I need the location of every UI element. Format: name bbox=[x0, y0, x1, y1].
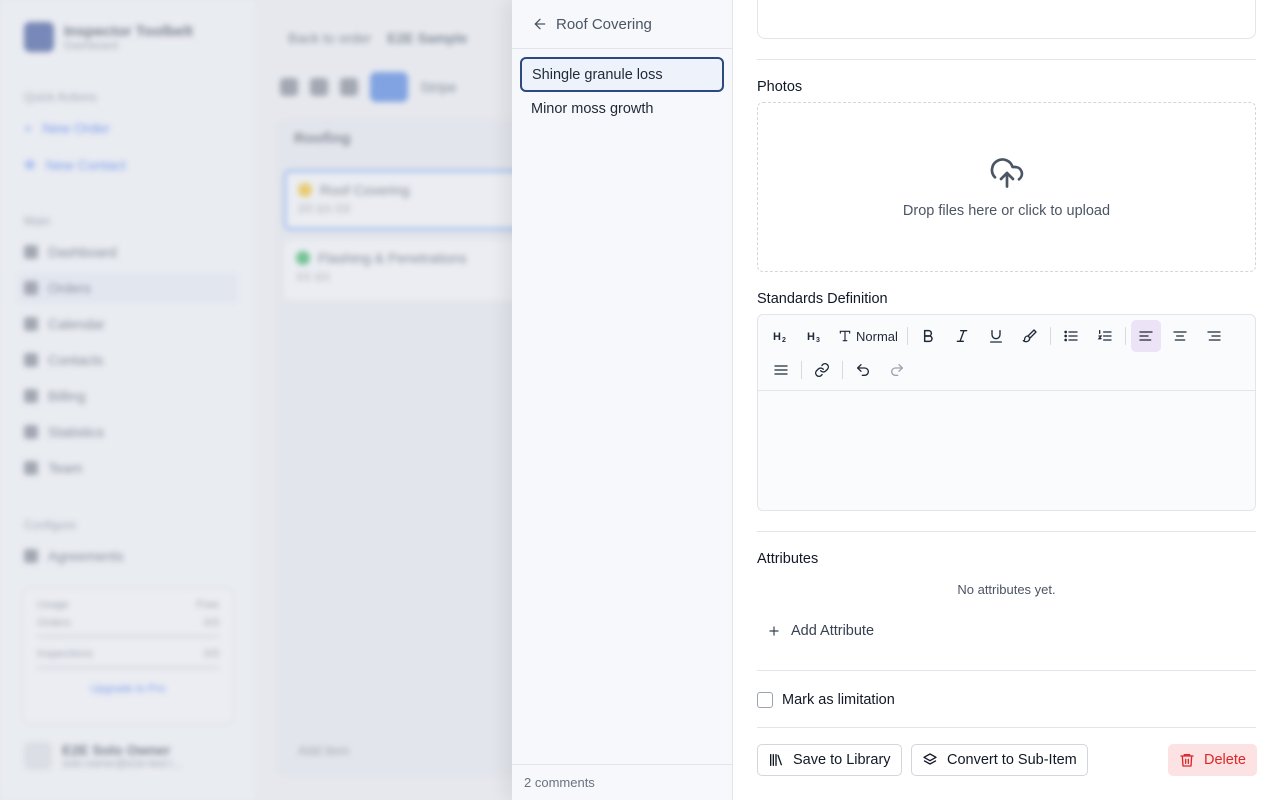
toolbar-divider bbox=[801, 361, 802, 379]
item-drawer: Roof Covering Shingle granule loss Minor… bbox=[512, 0, 1280, 800]
upload-hint: Drop files here or click to upload bbox=[902, 203, 1111, 219]
ordered-list-button[interactable] bbox=[1090, 320, 1120, 352]
text-style-label: Normal bbox=[856, 328, 898, 344]
no-attributes-text: No attributes yet. bbox=[957, 582, 1056, 597]
layers-icon bbox=[922, 752, 938, 768]
toolbar-divider bbox=[906, 327, 908, 345]
toolbar-divider bbox=[1124, 327, 1126, 345]
heading-2-icon: H2 bbox=[773, 329, 789, 343]
save-to-library-button[interactable]: Save to Library bbox=[757, 744, 902, 776]
notes-field[interactable] bbox=[757, 0, 1256, 39]
convert-to-sub-item-button[interactable]: Convert to Sub-Item bbox=[911, 744, 1088, 776]
divider bbox=[757, 670, 1256, 671]
limitation-checkbox[interactable] bbox=[757, 692, 773, 708]
toolbar-divider bbox=[842, 361, 843, 379]
comments-count: 2 comments bbox=[524, 775, 595, 790]
text-type-icon bbox=[838, 329, 852, 343]
bold-icon bbox=[920, 328, 936, 344]
attributes-label: Attributes bbox=[757, 551, 819, 567]
link-button[interactable] bbox=[807, 354, 837, 386]
svg-text:H: H bbox=[773, 331, 781, 343]
heading-3-button[interactable]: H3 bbox=[800, 320, 830, 352]
align-right-icon bbox=[1206, 328, 1222, 344]
align-justify-icon bbox=[773, 362, 789, 378]
photo-upload-dropzone[interactable]: Drop files here or click to upload bbox=[757, 102, 1256, 272]
divider bbox=[757, 531, 1256, 532]
list-item-label: Minor moss growth bbox=[531, 101, 654, 117]
svg-text:3: 3 bbox=[816, 337, 820, 343]
item-nav-panel: Roof Covering Shingle granule loss Minor… bbox=[512, 0, 733, 800]
align-justify-button[interactable] bbox=[766, 354, 796, 386]
delete-label: Delete bbox=[1204, 752, 1246, 768]
delete-button[interactable]: Delete bbox=[1168, 744, 1257, 776]
standards-editor-area[interactable] bbox=[758, 390, 1255, 510]
text-style-normal-button[interactable]: Normal bbox=[834, 320, 902, 352]
comments-footer[interactable]: 2 comments bbox=[512, 764, 732, 800]
save-to-library-label: Save to Library bbox=[793, 752, 891, 768]
redo-icon bbox=[889, 362, 905, 378]
back-to-section-button[interactable]: Roof Covering bbox=[512, 0, 732, 49]
highlight-button[interactable] bbox=[1015, 320, 1045, 352]
italic-icon bbox=[954, 328, 970, 344]
divider bbox=[757, 59, 1256, 60]
svg-text:2: 2 bbox=[782, 337, 786, 343]
toolbar-divider bbox=[1049, 327, 1051, 345]
item-list: Shingle granule loss Minor moss growth bbox=[512, 49, 732, 134]
standards-rich-text-editor: H2 H3 Normal bbox=[757, 314, 1256, 511]
bold-button[interactable] bbox=[913, 320, 943, 352]
underline-button[interactable] bbox=[981, 320, 1011, 352]
undo-button[interactable] bbox=[848, 354, 878, 386]
add-attribute-button[interactable]: Add Attribute bbox=[767, 623, 874, 639]
cloud-upload-icon bbox=[988, 155, 1026, 191]
mark-as-limitation-toggle[interactable]: Mark as limitation bbox=[757, 692, 895, 708]
photos-label: Photos bbox=[757, 79, 803, 95]
list-item-minor-moss-growth[interactable]: Minor moss growth bbox=[520, 92, 724, 126]
bullet-list-button[interactable] bbox=[1056, 320, 1086, 352]
list-item-shingle-granule-loss[interactable]: Shingle granule loss bbox=[520, 57, 724, 92]
trash-icon bbox=[1179, 752, 1195, 768]
standards-definition-label: Standards Definition bbox=[757, 291, 888, 307]
undo-icon bbox=[855, 362, 871, 378]
arrow-left-icon bbox=[532, 16, 548, 32]
back-label: Roof Covering bbox=[556, 15, 652, 33]
italic-button[interactable] bbox=[947, 320, 977, 352]
align-left-icon bbox=[1138, 328, 1154, 344]
editor-toolbar-row-2 bbox=[766, 353, 916, 387]
align-right-button[interactable] bbox=[1199, 320, 1229, 352]
plus-icon bbox=[767, 624, 781, 638]
align-center-button[interactable] bbox=[1165, 320, 1195, 352]
bullet-list-icon bbox=[1063, 328, 1079, 344]
ordered-list-icon bbox=[1097, 328, 1113, 344]
redo-button[interactable] bbox=[882, 354, 912, 386]
convert-label: Convert to Sub-Item bbox=[947, 752, 1077, 768]
item-detail-content: Photos Drop files here or click to uploa… bbox=[757, 0, 1257, 800]
align-center-icon bbox=[1172, 328, 1188, 344]
library-icon bbox=[768, 752, 784, 768]
link-icon bbox=[814, 362, 830, 378]
underline-icon bbox=[988, 328, 1004, 344]
align-left-button[interactable] bbox=[1130, 320, 1161, 352]
add-attribute-label: Add Attribute bbox=[791, 623, 875, 639]
heading-2-button[interactable]: H2 bbox=[766, 320, 796, 352]
list-item-label: Shingle granule loss bbox=[532, 66, 663, 83]
svg-text:H: H bbox=[807, 331, 815, 343]
limitation-label: Mark as limitation bbox=[782, 692, 895, 708]
paintbrush-icon bbox=[1022, 328, 1038, 344]
divider bbox=[757, 727, 1256, 728]
heading-3-icon: H3 bbox=[807, 329, 823, 343]
editor-toolbar-row-1: H2 H3 Normal bbox=[766, 319, 1233, 353]
